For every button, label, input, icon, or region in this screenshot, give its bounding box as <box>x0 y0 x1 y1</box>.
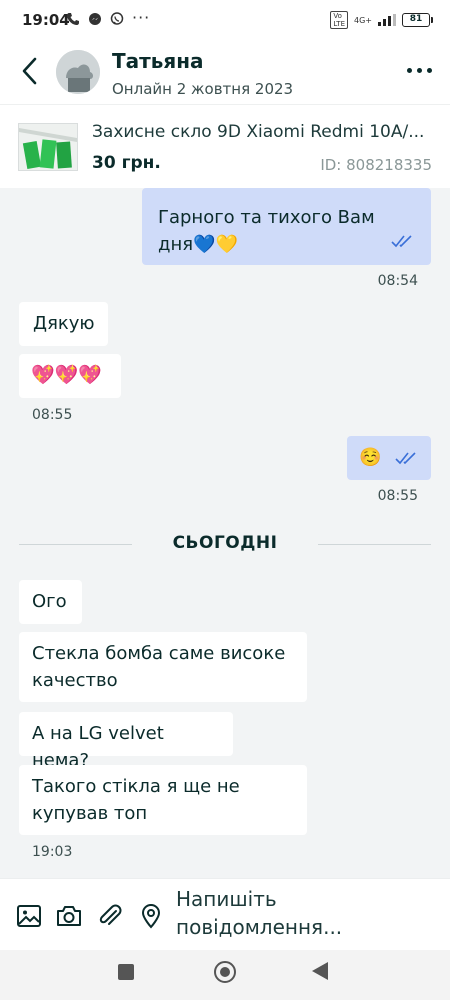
message-text: Такого стікла я ще не купував топ <box>32 776 240 824</box>
message-text: Ого <box>32 591 67 612</box>
message-text: ☺️ <box>359 447 382 468</box>
phone-call-icon <box>67 13 79 25</box>
message-incoming[interactable]: Такого стікла я ще не купував топ <box>19 765 307 835</box>
avatar-placeholder-icon <box>56 50 100 94</box>
double-check-icon <box>391 235 412 248</box>
message-list[interactable]: Гарного та тихого Вам дня💙💛 08:54 Дякую … <box>0 188 450 878</box>
message-text: 💖💖💖 <box>31 364 102 386</box>
double-check-icon <box>395 452 416 465</box>
volte-icon: Vo LTE <box>330 11 348 29</box>
paperclip-icon[interactable] <box>97 903 123 929</box>
message-incoming[interactable]: Дякую <box>19 302 108 346</box>
date-divider: СЬОГОДНІ <box>172 533 278 553</box>
chat-header: Татьяна Онлайн 2 жовтня 2023 <box>0 42 450 104</box>
message-time: 08:55 <box>32 407 73 423</box>
status-notification-icons <box>66 12 124 26</box>
back-triangle-icon[interactable] <box>312 962 328 980</box>
status-system-icons: Vo LTE 4G+ 81 <box>330 11 433 29</box>
system-nav-bar <box>0 950 450 1000</box>
message-incoming[interactable]: Ого <box>19 580 82 624</box>
messenger-icon <box>89 13 101 25</box>
more-notifications-icon: ··· <box>132 8 151 27</box>
product-title: Захисне скло 9D Xiaomi Redmi 10A/... <box>92 122 425 142</box>
battery-icon: 81 <box>402 13 433 27</box>
location-pin-icon[interactable] <box>138 903 164 929</box>
camera-icon[interactable] <box>56 903 82 929</box>
message-time: 08:55 <box>377 488 418 504</box>
network-type: 4G+ <box>354 15 372 25</box>
message-time: 08:54 <box>377 273 418 289</box>
divider-line-right <box>318 544 431 545</box>
message-composer: Напишіть повідомлення... <box>0 878 450 950</box>
home-icon[interactable] <box>214 961 236 983</box>
message-incoming[interactable]: Стекла бомба саме високе качество <box>19 632 307 702</box>
recent-apps-icon[interactable] <box>118 964 134 980</box>
message-outgoing[interactable]: ☺️ <box>347 436 431 480</box>
product-id: ID: 808218335 <box>320 156 432 174</box>
message-incoming[interactable]: А на LG velvet нема? <box>19 712 233 771</box>
status-bar: 19:04 ··· Vo LTE 4G+ 81 <box>0 0 450 42</box>
message-input[interactable]: Напишіть повідомлення... <box>176 885 436 941</box>
message-text: Дякую <box>33 313 95 334</box>
more-dots-icon[interactable] <box>407 68 432 73</box>
viber-icon <box>110 12 124 25</box>
product-image <box>18 123 78 171</box>
message-text: Гарного та тихого Вам дня💙💛 <box>158 207 375 255</box>
message-outgoing[interactable]: Гарного та тихого Вам дня💙💛 <box>142 188 431 265</box>
contact-name[interactable]: Татьяна <box>112 49 204 73</box>
product-price: 30 грн. <box>92 153 161 173</box>
avatar[interactable] <box>56 50 100 94</box>
signal-icon <box>378 14 396 26</box>
message-text: А на LG velvet нема? <box>32 723 164 771</box>
contact-status: Онлайн 2 жовтня 2023 <box>112 80 294 98</box>
chevron-left-icon[interactable] <box>18 56 42 86</box>
message-text: Стекла бомба саме високе качество <box>32 643 286 691</box>
image-icon[interactable] <box>16 903 42 929</box>
status-time: 19:04 <box>22 11 70 29</box>
message-incoming[interactable]: 💖💖💖 <box>19 354 121 398</box>
product-card[interactable]: Захисне скло 9D Xiaomi Redmi 10A/... 30 … <box>0 104 450 188</box>
message-time: 19:03 <box>32 844 73 860</box>
